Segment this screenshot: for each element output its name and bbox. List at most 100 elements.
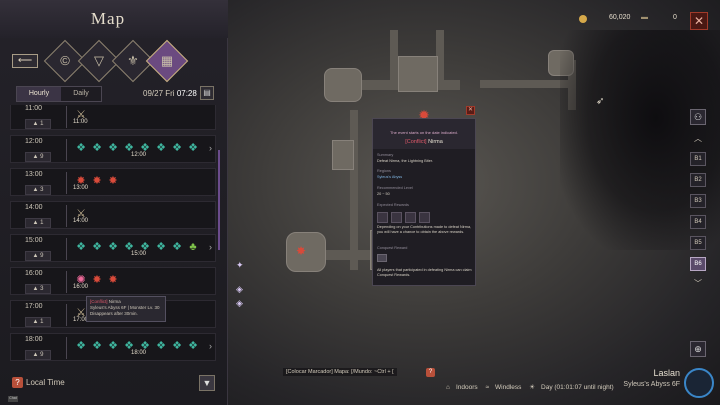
count-icon: ▲	[32, 352, 41, 358]
tab-hourly[interactable]: Hourly	[17, 87, 61, 101]
recenter-button[interactable]: ⊕	[690, 341, 706, 357]
location-sublabel: Syleus's Abyss 6F	[623, 381, 680, 388]
event-icon[interactable]: ❖	[185, 338, 201, 354]
marker-hint: [Colocar Marcador] Mapa: [/Mundo: ~Ctrl …	[283, 368, 397, 376]
count-value: 1	[40, 220, 44, 226]
floor-up-icon[interactable]: ︿	[692, 133, 704, 144]
portal-icon[interactable]: ◈	[236, 284, 243, 295]
tab-daily[interactable]: Daily	[61, 87, 101, 101]
event-icon[interactable]: ❖	[169, 338, 185, 354]
event-time: 11:00	[73, 119, 88, 125]
event-icon[interactable]: ✸	[89, 173, 105, 189]
reward-item[interactable]	[391, 212, 402, 223]
event-icon[interactable]: ❖	[105, 140, 121, 156]
event-icon[interactable]: ❖	[169, 140, 185, 156]
minimap-compass[interactable]	[684, 368, 714, 398]
count-value: 9	[40, 154, 44, 160]
map-layers-icon: ⚇	[693, 112, 703, 122]
reward-item[interactable]	[405, 212, 416, 223]
event-time: 18:00	[131, 350, 147, 356]
secondary-amount: 0	[673, 14, 677, 21]
event-icon[interactable]: ❖	[169, 239, 185, 255]
help-icon[interactable]: ?	[426, 368, 435, 377]
level-text: 20 ~ 50	[377, 192, 390, 196]
close-map-button[interactable]: ✕	[690, 12, 708, 30]
help-icon[interactable]: ?	[12, 377, 23, 388]
floor-button-b1[interactable]: B1	[690, 152, 706, 166]
category-calendar-button[interactable]: ▦	[145, 39, 189, 83]
row-time: 13:00	[25, 171, 43, 178]
dungeon-icon: ⚜	[127, 53, 139, 68]
row-count: ▲ 1	[25, 119, 51, 129]
event-icon[interactable]: ♣	[185, 239, 201, 255]
filter-button[interactable]: ▼	[199, 375, 215, 391]
region-link[interactable]: Syleus's Abyss	[377, 175, 473, 180]
rewards-list	[377, 210, 437, 223]
event-tooltip: [Conflict] Nirma Syleus's Abyss 6F | Mon…	[86, 296, 166, 322]
floor-button-b4[interactable]: B4	[690, 215, 706, 229]
event-icon[interactable]: ❖	[89, 338, 105, 354]
popup-close-button[interactable]: ✕	[466, 106, 475, 115]
schedule-panel: Map ⟵ © ▽ ⚜ ▦ Hourly Daily 09/27 Fri 07:…	[0, 0, 228, 405]
row-count: ▲ 1	[25, 218, 51, 228]
map-room	[332, 140, 354, 170]
event-icon[interactable]: ❖	[105, 338, 121, 354]
row-time: 14:00	[25, 204, 43, 211]
event-icon[interactable]: ❖	[153, 140, 169, 156]
row-expand-icon[interactable]: ›	[209, 242, 212, 252]
map-corridor	[390, 30, 398, 90]
row-expand-icon[interactable]: ›	[209, 143, 212, 153]
schedule-scrollbar[interactable]	[218, 150, 220, 250]
count-icon: ▲	[32, 319, 41, 325]
wind-label: Windless	[495, 384, 522, 391]
count-icon: ▲	[32, 154, 41, 160]
reward-item[interactable]	[377, 212, 388, 223]
floor-button-b6[interactable]: B6	[690, 257, 706, 271]
region-label: Regions	[377, 169, 391, 173]
portal-icon[interactable]: ◈	[236, 298, 243, 309]
coin-icon: ©	[60, 53, 70, 68]
event-icon[interactable]: ❖	[185, 140, 201, 156]
conquest-reward-item[interactable]	[377, 254, 387, 262]
event-icon[interactable]: ✸	[89, 272, 105, 288]
schedule-row[interactable]: 12:00 ▲ 9 ❖ ❖ ❖ ❖ ❖ ❖ ❖ ❖ 12:00 ›	[10, 135, 216, 163]
count-value: 1	[40, 319, 44, 325]
event-icon[interactable]: ❖	[153, 239, 169, 255]
row-divider	[66, 271, 67, 293]
event-detail-popup: The event starts on the date indicated. …	[372, 118, 476, 286]
event-icon[interactable]: ✸	[105, 173, 121, 189]
popup-title: [Conflict] Nirma	[373, 139, 475, 145]
event-icon[interactable]: ✸	[105, 272, 121, 288]
back-button[interactable]: ⟵	[12, 54, 38, 68]
indoor-icon: ⌂	[446, 384, 450, 391]
floor-button-b5[interactable]: B5	[690, 236, 706, 250]
schedule-row[interactable]: 15:00 ▲ 9 ❖ ❖ ❖ ❖ ❖ ❖ ❖ ♣ 15:00 ›	[10, 234, 216, 262]
schedule-row[interactable]: 14:00 ▲ 1 ⚔ 14:00	[10, 201, 216, 229]
event-icon[interactable]: ❖	[73, 140, 89, 156]
event-icon[interactable]: ❖	[105, 239, 121, 255]
close-icon: ✕	[467, 107, 474, 113]
schedule-row[interactable]: 13:00 ▲ 3 ✸ ✸ ✸ 13:00	[10, 168, 216, 196]
count-value: 9	[40, 253, 44, 259]
floor-button-b2[interactable]: B2	[690, 173, 706, 187]
row-expand-icon[interactable]: ›	[209, 341, 212, 351]
event-icon[interactable]: ❖	[73, 338, 89, 354]
schedule-row[interactable]: 18:00 ▲ 9 ❖ ❖ ❖ ❖ ❖ ❖ ❖ ❖ 18:00 ›	[10, 333, 216, 361]
day-icon: ☀	[529, 384, 536, 391]
floor-button-b3[interactable]: B3	[690, 194, 706, 208]
floor-view-button[interactable]: ⚇	[690, 109, 706, 125]
event-icon[interactable]: ❖	[89, 140, 105, 156]
level-label: Recommended Level	[377, 186, 413, 190]
event-icon[interactable]: ❖	[89, 239, 105, 255]
summary-text: Defeat Nirma, the Lightning Biter.	[377, 159, 433, 163]
schedule-row[interactable]: 11:00 ▲ 1 ⚔ 11:00	[10, 105, 216, 130]
calendar-button[interactable]: ▤	[200, 86, 214, 100]
event-icon[interactable]: ❖	[73, 239, 89, 255]
boss-marker-icon[interactable]: ✸	[296, 244, 306, 258]
waypoint-icon[interactable]: ✦	[236, 260, 244, 271]
chat-indicator[interactable]: Chat	[8, 396, 18, 402]
reward-item[interactable]	[419, 212, 430, 223]
event-icon[interactable]: ❖	[153, 338, 169, 354]
schedule-row[interactable]: 16:00 ▲ 3 ✺ ✸ ✸ 16:00	[10, 267, 216, 295]
floor-down-icon[interactable]: ﹀	[692, 278, 704, 289]
